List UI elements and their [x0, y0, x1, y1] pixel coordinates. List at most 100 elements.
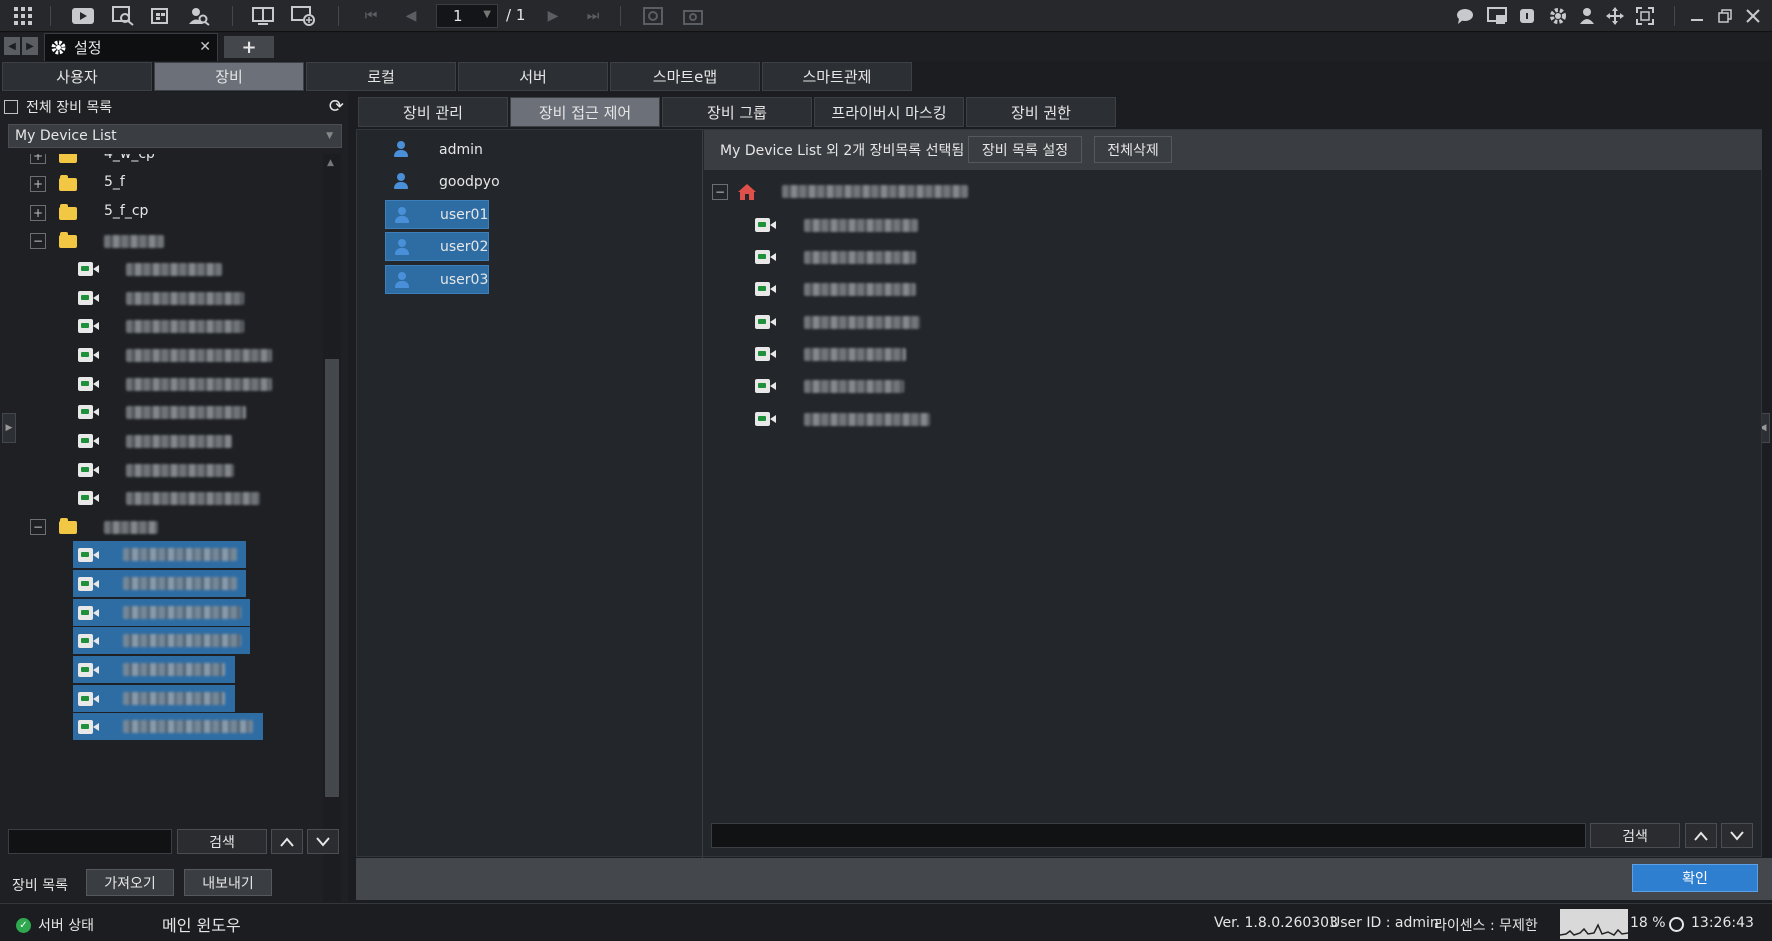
- search-next-button[interactable]: [1721, 823, 1753, 848]
- tab-privacy-masking[interactable]: 프라이버시 마스킹: [814, 97, 964, 127]
- user-search-icon[interactable]: [186, 4, 212, 28]
- tab-smart-emap[interactable]: 스마트e맵: [610, 62, 760, 91]
- restore-icon[interactable]: [1712, 4, 1738, 28]
- search-next-button[interactable]: [307, 829, 339, 854]
- search-prev-button[interactable]: [271, 829, 303, 854]
- live-view-icon[interactable]: [70, 4, 96, 28]
- tree-scrollbar[interactable]: ▲ ▼: [323, 154, 341, 917]
- device-list-select[interactable]: My Device List ▼: [8, 124, 342, 148]
- camera-item[interactable]: [0, 341, 320, 369]
- set-device-list-button[interactable]: 장비 목록 설정: [968, 136, 1082, 163]
- camera-item[interactable]: [0, 456, 320, 484]
- tab-server[interactable]: 서버: [458, 62, 608, 91]
- collapse-icon[interactable]: −: [712, 184, 728, 200]
- user-item-selected[interactable]: user03: [385, 265, 489, 294]
- layout-icon[interactable]: [250, 4, 276, 28]
- device-search-input[interactable]: [8, 829, 172, 854]
- tab-smart-control[interactable]: 스마트관제: [762, 62, 912, 91]
- redacted-label: [126, 435, 232, 448]
- expand-icon[interactable]: +: [30, 154, 46, 164]
- refresh-icon[interactable]: ⟳: [329, 96, 344, 117]
- tab-device-access-control[interactable]: 장비 접근 제어: [510, 97, 660, 127]
- camera-item[interactable]: [0, 398, 320, 426]
- event-search-icon[interactable]: [148, 4, 174, 28]
- import-button[interactable]: 가져오기: [86, 869, 174, 896]
- move-icon[interactable]: [1602, 4, 1628, 28]
- camera-item-selected[interactable]: [73, 627, 250, 654]
- sequence-icon[interactable]: [640, 4, 666, 28]
- user-icon: [393, 141, 409, 157]
- tab-device-management[interactable]: 장비 관리: [358, 97, 508, 127]
- delete-all-button[interactable]: 전체삭제: [1094, 136, 1172, 163]
- close-icon[interactable]: [1740, 4, 1766, 28]
- camera-item[interactable]: [0, 370, 320, 398]
- assigned-search-input[interactable]: [711, 823, 1586, 848]
- camera-item-selected[interactable]: [73, 713, 263, 740]
- tab-settings[interactable]: 설정 ✕: [44, 33, 218, 61]
- redacted-label: [804, 251, 916, 264]
- camera-item[interactable]: [0, 427, 320, 455]
- camera-item[interactable]: [0, 284, 320, 312]
- folder-icon: [59, 232, 77, 248]
- tab-device-permission[interactable]: 장비 권한: [966, 97, 1116, 127]
- add-view-icon[interactable]: [290, 4, 316, 28]
- export-button[interactable]: 내보내기: [184, 869, 272, 896]
- assigned-search-button[interactable]: 검색: [1590, 823, 1680, 848]
- user-icon: [394, 207, 410, 223]
- user-item-selected[interactable]: user02: [385, 232, 489, 261]
- tab-scroll-left-icon[interactable]: ◀: [4, 37, 20, 55]
- fullscreen-icon[interactable]: [1632, 4, 1658, 28]
- lock-icon[interactable]: [1514, 4, 1540, 28]
- prev-page-icon[interactable]: ◀: [398, 4, 424, 28]
- monitor-icon[interactable]: [1484, 4, 1510, 28]
- camera-item-selected[interactable]: [73, 656, 235, 683]
- camera-item-selected[interactable]: [73, 541, 246, 568]
- snapshot-icon[interactable]: [680, 4, 706, 28]
- tree-folder-row[interactable]: + 5_f: [0, 170, 320, 198]
- tree-folder-row[interactable]: −: [0, 227, 320, 255]
- collapse-icon[interactable]: −: [30, 233, 46, 249]
- camera-item[interactable]: [0, 312, 320, 340]
- minimize-icon[interactable]: [1684, 4, 1710, 28]
- playback-search-icon[interactable]: [110, 4, 136, 28]
- scroll-up-icon[interactable]: ▲: [327, 158, 334, 168]
- gear-icon[interactable]: [1545, 4, 1571, 28]
- all-devices-checkbox[interactable]: [4, 100, 18, 114]
- user-item-selected[interactable]: user01: [385, 200, 489, 229]
- camera-item-selected[interactable]: [73, 599, 250, 626]
- expand-icon[interactable]: +: [30, 205, 46, 221]
- confirm-button[interactable]: 확인: [1632, 864, 1758, 892]
- user-item[interactable]: admin: [385, 135, 489, 164]
- scroll-thumb[interactable]: [325, 359, 339, 797]
- grid-menu-icon[interactable]: [10, 4, 36, 28]
- search-prev-button[interactable]: [1685, 823, 1717, 848]
- chat-icon[interactable]: [1452, 4, 1478, 28]
- tab-local[interactable]: 로컬: [306, 62, 456, 91]
- tab-device[interactable]: 장비: [154, 62, 304, 91]
- camera-item-selected[interactable]: [73, 685, 235, 712]
- user-icon[interactable]: [1574, 4, 1600, 28]
- camera-icon: [78, 462, 100, 478]
- tab-user[interactable]: 사용자: [2, 62, 152, 91]
- expand-icon[interactable]: +: [30, 176, 46, 192]
- camera-item-selected[interactable]: [73, 570, 246, 597]
- tree-folder-row[interactable]: + 4_w_cp: [0, 154, 320, 170]
- server-status[interactable]: 서버 상태: [38, 915, 94, 935]
- collapse-icon[interactable]: −: [30, 519, 46, 535]
- close-tab-icon[interactable]: ✕: [199, 39, 211, 55]
- first-page-icon[interactable]: ⏮: [358, 4, 384, 28]
- tab-device-group[interactable]: 장비 그룹: [662, 97, 812, 127]
- page-number-input[interactable]: 1 ▼: [436, 4, 498, 28]
- last-page-icon[interactable]: ⏭: [580, 4, 606, 28]
- camera-icon: [78, 318, 100, 334]
- device-search-button[interactable]: 검색: [177, 829, 267, 854]
- next-page-icon[interactable]: ▶: [540, 4, 566, 28]
- add-tab-button[interactable]: +: [224, 36, 274, 58]
- camera-item[interactable]: [0, 484, 320, 512]
- user-item[interactable]: goodpyo: [385, 167, 500, 196]
- camera-item[interactable]: [0, 255, 320, 283]
- tree-folder-row[interactable]: + 5_f_cp: [0, 199, 320, 227]
- tree-folder-row[interactable]: −: [0, 513, 320, 541]
- tab-scroll-right-icon[interactable]: ▶: [22, 37, 38, 55]
- left-panel-toggle[interactable]: ▶: [2, 413, 16, 443]
